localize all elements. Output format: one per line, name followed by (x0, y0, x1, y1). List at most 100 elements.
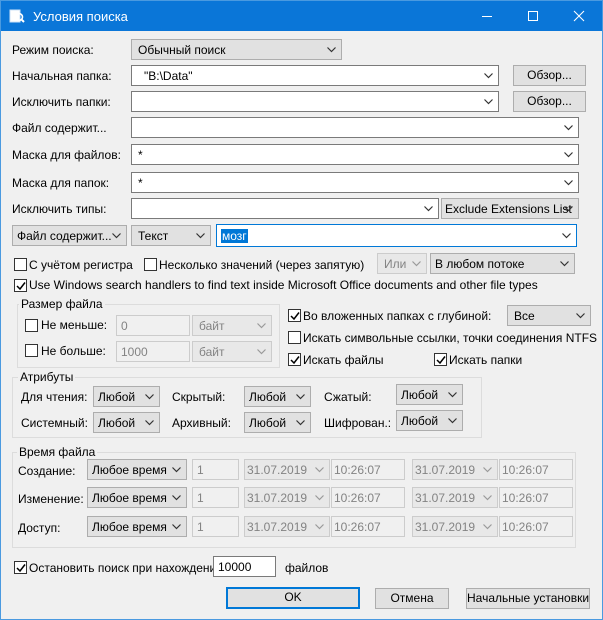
time-count-value: 1 (197, 520, 204, 534)
case-sensitive-label: С учётом регистра (29, 258, 133, 272)
max-size-field[interactable]: 1000 (116, 341, 190, 362)
search-conditions-dialog: Условия поиска Режим поиска: Обычный пои… (0, 0, 603, 620)
start-folder-input[interactable]: "B:\Data" (131, 65, 499, 86)
depth-value: Все (514, 309, 535, 323)
archive-dropdown[interactable]: Любой (244, 412, 311, 433)
folder-mask-value: * (138, 176, 143, 190)
time-to-value: 10:26:07 (502, 491, 549, 505)
chevron-down-icon (172, 495, 181, 501)
time-from-field[interactable]: 10:26:07 (331, 487, 405, 508)
time-from-field[interactable]: 10:26:07 (331, 459, 405, 480)
file-mask-input[interactable]: * (131, 144, 579, 165)
folder-mask-input[interactable]: * (131, 172, 579, 193)
time-mode-dropdown[interactable]: Любое время (87, 516, 187, 537)
hidden-label: Скрытый: (172, 390, 226, 404)
compressed-value: Любой (401, 388, 439, 402)
min-size-unit-dropdown[interactable]: байт (192, 315, 272, 336)
time-mode-dropdown[interactable]: Любое время (87, 459, 187, 480)
time-row-label: Изменение: (18, 492, 84, 506)
subfolders-label: Во вложенных папках с глубиной: (303, 309, 492, 323)
date-from-picker[interactable]: 31.07.2019 (244, 487, 330, 508)
find-folders-checkbox[interactable] (434, 353, 447, 366)
content-target-value: Файл содержит... (17, 229, 112, 243)
min-size-field[interactable]: 0 (116, 315, 190, 336)
min-size-value: 0 (121, 319, 128, 333)
maximize-button[interactable] (510, 1, 556, 31)
chevron-down-icon (560, 261, 569, 267)
chevron-down-icon (172, 467, 181, 473)
compressed-dropdown[interactable]: Любой (396, 384, 463, 405)
depth-dropdown[interactable]: Все (507, 305, 591, 326)
exclude-types-input[interactable] (131, 198, 439, 219)
stream-value: В любом потоке (435, 257, 525, 271)
close-icon (573, 10, 585, 22)
time-row-label: Доступ: (18, 521, 61, 535)
file-contains-input[interactable] (131, 117, 579, 138)
checkmark-icon (16, 564, 26, 573)
time-to-field[interactable]: 10:26:07 (499, 459, 573, 480)
find-files-checkbox[interactable] (288, 353, 301, 366)
date-from-value: 31.07.2019 (247, 463, 308, 477)
content-mode-dropdown[interactable]: Текст (131, 225, 211, 246)
time-count-field[interactable]: 1 (192, 459, 239, 480)
close-button[interactable] (556, 1, 602, 31)
stop-search-checkbox[interactable] (14, 561, 27, 574)
minimize-button[interactable] (464, 1, 510, 31)
stop-search-suffix: файлов (285, 561, 329, 575)
time-to-value: 10:26:07 (502, 463, 549, 477)
time-count-value: 1 (197, 491, 204, 505)
exclude-extensions-list-dropdown[interactable]: Exclude Extensions List (441, 198, 579, 219)
system-value: Любой (98, 416, 136, 430)
date-to-picker[interactable]: 31.07.2019 (412, 516, 498, 537)
app-icon (9, 9, 25, 23)
compressed-label: Сжатый: (324, 390, 372, 404)
content-query-input[interactable]: мозг (216, 224, 577, 247)
windows-handlers-checkbox[interactable] (14, 279, 27, 292)
content-target-dropdown[interactable]: Файл содержит... (12, 225, 127, 246)
time-to-field[interactable]: 10:26:07 (499, 516, 573, 537)
stop-count-field[interactable]: 10000 (213, 556, 276, 577)
ok-button[interactable]: OK (226, 587, 360, 609)
search-mode-dropdown[interactable]: Обычный поиск (131, 39, 342, 60)
date-from-picker[interactable]: 31.07.2019 (244, 459, 330, 480)
chevron-down-icon (172, 524, 181, 530)
time-count-field[interactable]: 1 (192, 487, 239, 508)
hidden-dropdown[interactable]: Любой (244, 386, 311, 407)
browse-exclude-folders-button[interactable]: Обзор... (513, 91, 586, 112)
time-mode-dropdown[interactable]: Любое время (87, 487, 187, 508)
date-to-picker[interactable]: 31.07.2019 (412, 459, 498, 480)
exclude-folders-input[interactable] (131, 91, 499, 112)
stream-dropdown[interactable]: В любом потоке (430, 253, 575, 274)
date-from-picker[interactable]: 31.07.2019 (244, 516, 330, 537)
logic-dropdown[interactable]: Или (377, 253, 427, 274)
max-size-value: 1000 (121, 345, 148, 359)
min-size-checkbox[interactable] (25, 319, 38, 332)
date-to-value: 31.07.2019 (415, 463, 476, 477)
time-count-field[interactable]: 1 (192, 516, 239, 537)
exclude-types-label: Исключить типы: (12, 202, 107, 216)
date-to-picker[interactable]: 31.07.2019 (412, 487, 498, 508)
subfolders-checkbox[interactable] (288, 309, 301, 322)
read-only-dropdown[interactable]: Любой (93, 386, 160, 407)
windows-handlers-label: Use Windows search handlers to find text… (29, 278, 538, 292)
title-bar[interactable]: Условия поиска (1, 1, 602, 31)
chevron-down-icon (145, 394, 154, 400)
file-time-title: Время файла (17, 445, 98, 459)
chevron-down-icon (257, 323, 266, 329)
case-sensitive-checkbox[interactable] (14, 258, 27, 271)
multiple-values-checkbox[interactable] (144, 258, 157, 271)
system-dropdown[interactable]: Любой (93, 412, 160, 433)
max-size-checkbox[interactable] (25, 344, 38, 357)
time-to-field[interactable]: 10:26:07 (499, 487, 573, 508)
chevron-down-icon (448, 392, 457, 398)
encrypted-dropdown[interactable]: Любой (396, 410, 463, 431)
time-from-field[interactable]: 10:26:07 (331, 516, 405, 537)
reset-defaults-button[interactable]: Начальные установки (466, 588, 590, 609)
max-size-unit-dropdown[interactable]: байт (192, 341, 272, 362)
time-count-value: 1 (197, 463, 204, 477)
chevron-down-icon (564, 180, 573, 186)
cancel-button[interactable]: Отмена (375, 588, 449, 609)
symlinks-checkbox[interactable] (288, 331, 301, 344)
browse-start-folder-button[interactable]: Обзор... (513, 65, 586, 86)
max-size-unit-value: байт (199, 345, 225, 359)
